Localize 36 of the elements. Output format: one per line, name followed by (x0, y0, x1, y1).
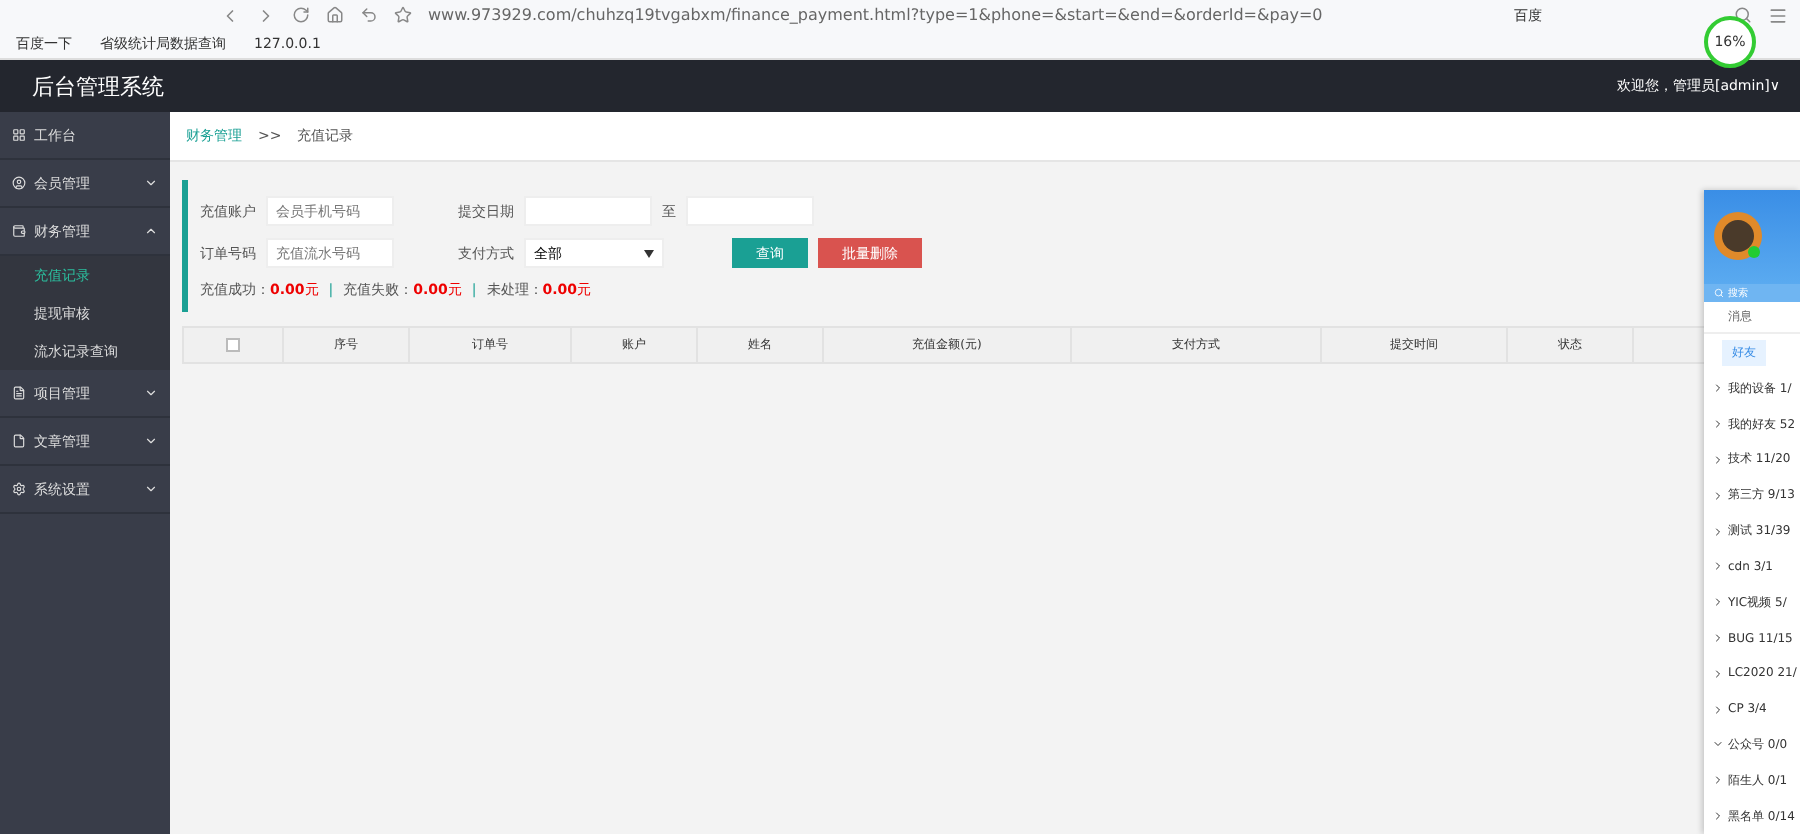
undo-icon[interactable] (360, 6, 378, 24)
chevron-icon (1712, 703, 1724, 716)
menu-icon[interactable] (1768, 5, 1788, 25)
chevron-icon (1712, 489, 1724, 502)
chevron-icon (144, 176, 158, 190)
avatar-icon (1712, 210, 1764, 263)
chevron-icon (1712, 382, 1724, 395)
chevron-icon (1712, 418, 1724, 431)
chevron-icon (1712, 738, 1724, 751)
chevron-icon (144, 386, 158, 400)
chevron-icon (1712, 667, 1724, 680)
home-icon[interactable] (326, 6, 344, 24)
app-title: 后台管理系统 (32, 71, 164, 101)
menu-item-icon (12, 176, 26, 190)
dropdown-caret-icon (644, 249, 654, 257)
reload-icon[interactable] (292, 6, 310, 24)
menu-item-icon (12, 128, 26, 142)
chevron-icon (1712, 525, 1724, 538)
chevron-icon (1712, 810, 1724, 823)
checkbox[interactable] (226, 338, 241, 352)
chevron-icon (1712, 560, 1724, 573)
search-icon[interactable] (1734, 6, 1752, 24)
menu-item-icon (12, 224, 26, 238)
chevron-icon (144, 224, 158, 238)
chevron-icon (144, 434, 158, 448)
chevron-icon (144, 482, 158, 496)
menu-item-icon (12, 386, 26, 400)
address-bar[interactable]: www.973929.com/chuhzq19tvgabxm/finance_payment.html?type=1&phone=&start=&end=&orderId=&pay=0 (428, 6, 1498, 24)
menu-item-icon (12, 482, 26, 496)
chevron-icon (1712, 774, 1724, 787)
chevron-icon (1712, 632, 1724, 644)
menu-item-icon (12, 434, 26, 448)
chevron-icon (1712, 453, 1724, 466)
search-icon (1714, 288, 1724, 299)
chevron-icon (1712, 596, 1724, 609)
star-icon[interactable] (394, 6, 412, 24)
